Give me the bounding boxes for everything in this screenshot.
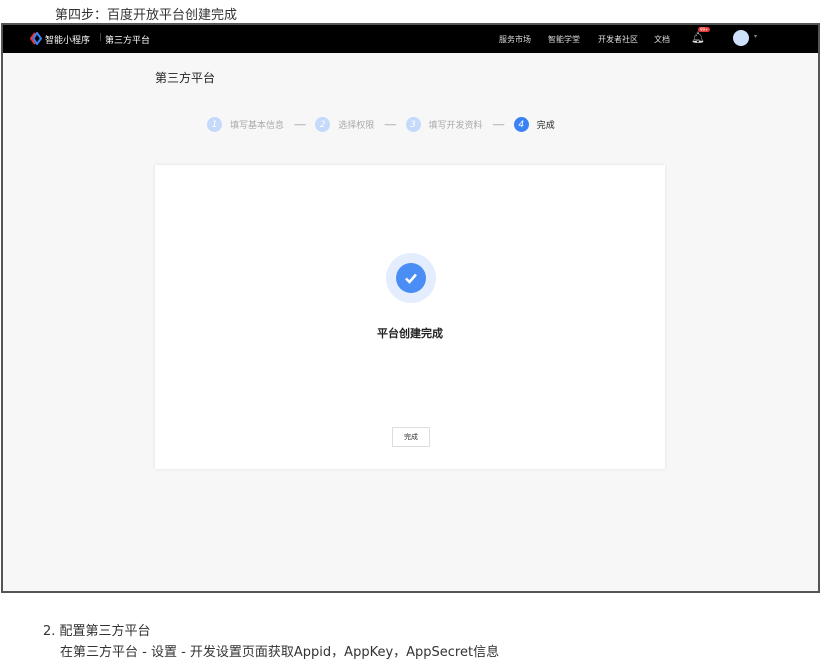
step-label-active: 完成 — [536, 121, 555, 131]
bell-icon[interactable]: 🔔︎ — [691, 31, 705, 44]
step-separator: ----- — [492, 119, 505, 130]
finish-button[interactable]: 完成 — [392, 427, 430, 447]
result-card: 平台创建完成 完成 — [155, 165, 665, 469]
screenshot-frame: 智能小程序 | 第三方平台 服务市场 智能学堂 开发者社区 文档 🔔︎ 99+ … — [1, 23, 820, 593]
step-number: 3 — [405, 117, 421, 132]
caption-item: 2. 配置第三方平台 — [43, 624, 151, 639]
result-message: 平台创建完成 — [377, 327, 443, 340]
nav-link-academy[interactable]: 智能学堂 — [548, 34, 580, 45]
step-label: 选择权限 — [338, 121, 375, 131]
top-nav: 智能小程序 | 第三方平台 服务市场 智能学堂 开发者社区 文档 🔔︎ 99+ … — [3, 25, 818, 53]
step-number-active: 4 — [513, 117, 529, 132]
nav-link-docs[interactable]: 文档 — [654, 34, 670, 45]
step-label: 填写基本信息 — [230, 121, 285, 131]
step-separator: ----- — [384, 119, 396, 130]
success-check-icon — [386, 253, 436, 303]
step-label: 填写开发资料 — [428, 121, 483, 131]
section-name[interactable]: 第三方平台 — [105, 33, 150, 46]
step-number: 1 — [207, 117, 222, 132]
logo-icon — [30, 32, 42, 45]
notification-badge: 99+ — [698, 27, 711, 32]
avatar[interactable] — [733, 30, 749, 46]
step-number: 2 — [315, 117, 331, 132]
nav-link-community[interactable]: 开发者社区 — [598, 34, 638, 45]
stepper: 1 填写基本信息 ----- 2 选择权限 ----- 3 填写开发资料 ----- … — [207, 117, 555, 132]
caption-top: 第四步：百度开放平台创建完成 — [55, 8, 238, 23]
caption-desc: 在第三方平台 - 设置 - 开发设置页面获取Appid，AppKey，AppSe… — [60, 645, 500, 660]
nav-link-market[interactable]: 服务市场 — [499, 34, 531, 45]
brand[interactable]: 智能小程序 — [45, 33, 90, 46]
chevron-down-icon[interactable]: ▾ — [754, 33, 757, 40]
step-separator: ----- — [294, 119, 306, 130]
page-title: 第三方平台 — [155, 71, 216, 85]
